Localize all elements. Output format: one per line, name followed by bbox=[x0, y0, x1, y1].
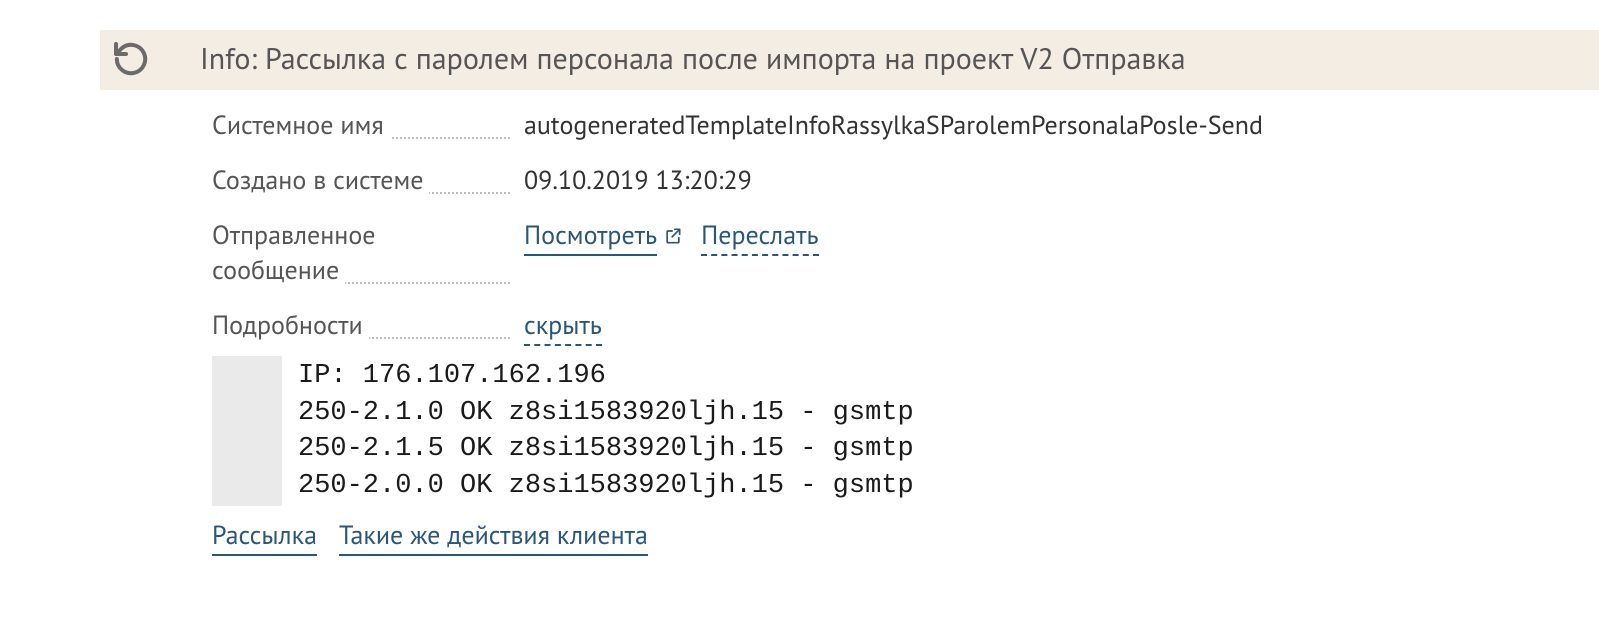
event-card: Info: Рассылка с паролем персонала после… bbox=[100, 30, 1599, 570]
card-body: Системное имя autogeneratedTemplateInfoR… bbox=[100, 90, 1599, 570]
label-created: Создано в системе bbox=[212, 163, 510, 198]
view-message-link[interactable]: Посмотреть bbox=[524, 218, 657, 256]
smtp-log: IP: 176.107.162.196 250-2.1.0 OK z8si158… bbox=[212, 356, 1580, 506]
row-details: Подробности скрыть bbox=[212, 308, 1580, 346]
restore-icon[interactable] bbox=[110, 38, 152, 80]
row-system-name: Системное имя autogeneratedTemplateInfoR… bbox=[212, 108, 1580, 143]
forward-message-link[interactable]: Переслать bbox=[701, 218, 818, 256]
footer-links: Рассылка Такие же действия клиента bbox=[212, 518, 1580, 556]
card-title: Info: Рассылка с паролем персонала после… bbox=[200, 39, 1186, 80]
toggle-details-link[interactable]: скрыть bbox=[524, 308, 602, 346]
mailing-link[interactable]: Рассылка bbox=[212, 518, 317, 556]
same-client-actions-link[interactable]: Такие же действия клиента bbox=[339, 518, 648, 556]
label-sent-message: Отправленное сообщение bbox=[212, 218, 510, 288]
value-created: 09.10.2019 13:20:29 bbox=[510, 163, 752, 198]
code-gutter bbox=[212, 356, 282, 506]
value-sent-message: Посмотреть Переслать bbox=[510, 218, 819, 256]
row-sent-message: Отправленное сообщение Посмотреть Пересл… bbox=[212, 218, 1580, 288]
external-link-icon bbox=[663, 224, 683, 244]
code-text: IP: 176.107.162.196 250-2.1.0 OK z8si158… bbox=[282, 356, 914, 506]
value-details: скрыть bbox=[510, 308, 602, 346]
label-details: Подробности bbox=[212, 308, 510, 343]
row-created: Создано в системе 09.10.2019 13:20:29 bbox=[212, 163, 1580, 198]
label-system-name: Системное имя bbox=[212, 108, 510, 143]
value-system-name: autogeneratedTemplateInfoRassylkaSParole… bbox=[510, 108, 1263, 143]
card-header: Info: Рассылка с паролем персонала после… bbox=[100, 30, 1599, 90]
